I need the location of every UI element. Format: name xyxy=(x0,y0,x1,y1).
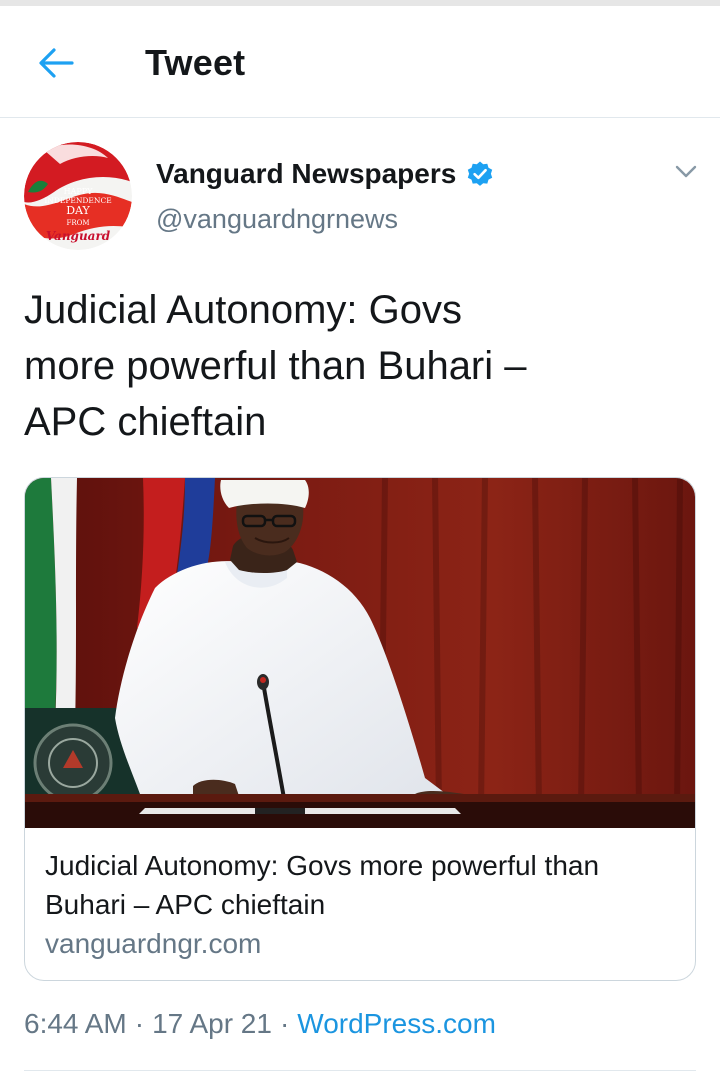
meta-separator: · xyxy=(134,1008,145,1039)
top-bar: Tweet xyxy=(0,6,720,118)
tweet-text: Judicial Autonomy: Govs more powerful th… xyxy=(24,282,664,450)
page-title: Tweet xyxy=(145,42,246,83)
more-options-button[interactable] xyxy=(668,156,704,188)
tweet-text-line: Judicial Autonomy: Govs xyxy=(24,288,462,332)
tweet-text-line: more powerful than Buhari – xyxy=(24,344,527,388)
svg-text:HAPPY: HAPPY xyxy=(64,187,94,196)
svg-text:FROM: FROM xyxy=(66,219,89,227)
card-title[interactable]: Judicial Autonomy: Govs more powerful th… xyxy=(45,846,675,924)
link-preview-card[interactable]: Judicial Autonomy: Govs more powerful th… xyxy=(24,477,696,981)
back-button[interactable] xyxy=(30,40,82,86)
card-domain: vanguardngr.com xyxy=(45,928,262,959)
svg-text:DAY: DAY xyxy=(66,204,90,217)
author-handle[interactable]: @vanguardngrnews xyxy=(156,204,398,235)
svg-text:Vanguard: Vanguard xyxy=(46,229,111,243)
tweet-source-link[interactable]: WordPress.com xyxy=(297,1008,496,1040)
card-image xyxy=(25,478,695,828)
vanguard-logo-icon: HAPPY INDEPENDENCE DAY FROM Vanguard xyxy=(24,142,132,250)
tweet-text-line: APC chieftain xyxy=(24,400,267,444)
meta-separator: · xyxy=(279,1008,290,1039)
verified-badge-icon xyxy=(466,160,494,188)
author-name-row[interactable]: Vanguard Newspapers xyxy=(156,154,494,194)
author-name[interactable]: Vanguard Newspapers xyxy=(156,158,456,190)
arrow-left-icon xyxy=(39,48,74,78)
tweet-date: 17 Apr 21 xyxy=(152,1008,272,1039)
card-title-line: Buhari – APC chieftain xyxy=(45,889,326,920)
divider xyxy=(24,1070,696,1071)
card-title-line: Judicial Autonomy: Govs more powerful th… xyxy=(45,850,600,881)
avatar[interactable]: HAPPY INDEPENDENCE DAY FROM Vanguard xyxy=(24,142,132,250)
tweet-time: 6:44 AM xyxy=(24,1008,127,1039)
chevron-down-icon xyxy=(675,165,697,178)
tweet-meta: 6:44 AM · 17 Apr 21 · WordPress.com xyxy=(24,1008,496,1040)
